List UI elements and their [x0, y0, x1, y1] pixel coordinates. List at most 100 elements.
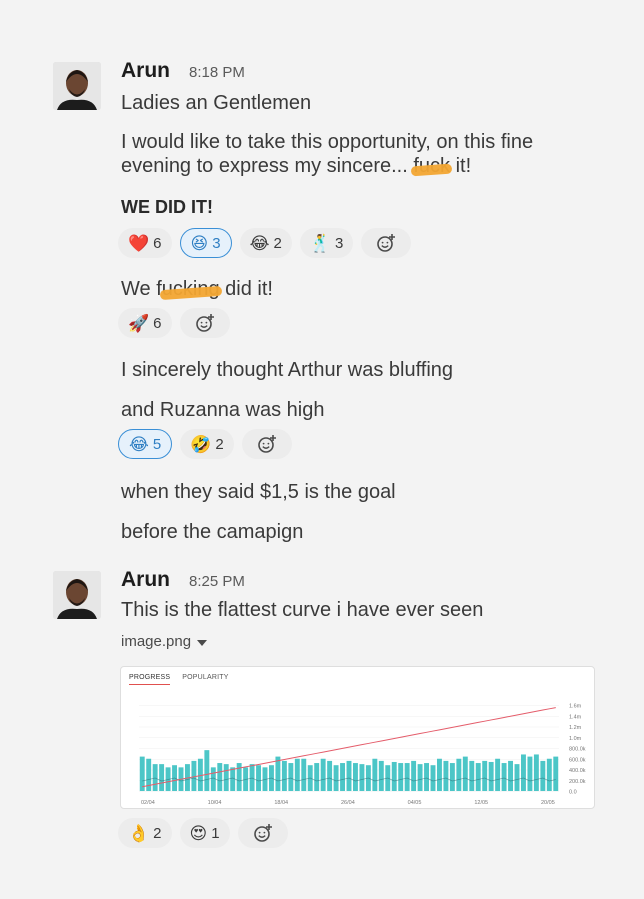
reaction-rofl[interactable]: 🤣 2: [180, 429, 234, 459]
reaction-dancer[interactable]: 🕺 3: [299, 228, 354, 258]
chart-bar: [353, 763, 358, 791]
chart-bar: [314, 763, 320, 791]
tab-popularity: POPULARITY: [182, 674, 229, 681]
chart-bar: [340, 763, 345, 791]
chart-bar: [443, 760, 449, 791]
chart-bar: [417, 764, 423, 791]
x-tick-label: 10/04: [208, 800, 222, 806]
chart-bar: [475, 763, 481, 791]
x-tick-label: 20/05: [541, 800, 555, 806]
chart-bar: [488, 761, 494, 791]
x-tick-label: 12/05: [474, 800, 488, 806]
chart-bar: [508, 760, 513, 791]
message-author[interactable]: Arun: [121, 568, 170, 592]
chart-bar: [236, 763, 242, 791]
message-timestamp[interactable]: 8:18 PM: [189, 64, 245, 81]
x-tick-label: 04/05: [408, 800, 422, 806]
chart-bar: [533, 754, 539, 791]
reaction-joy[interactable]: 😂 5: [118, 429, 173, 459]
image-attachment[interactable]: 1.6m 1.4m 1.2m 1.0m 800.0k 600.0k 400.0k 200.0k…: [120, 666, 595, 809]
chart-bar: [249, 764, 255, 791]
add-reaction-button[interactable]: [179, 308, 230, 338]
chart-bar: [378, 760, 384, 791]
chart-bar: [333, 765, 339, 791]
chart-bar: [462, 756, 468, 791]
censored-word: ucking: [161, 278, 220, 300]
chart: 1.6m 1.4m 1.2m 1.0m 800.0k 600.0k 400.0k 200.0k…: [139, 704, 586, 806]
x-tick-label: 18/04: [274, 800, 288, 806]
reaction-heart-eyes[interactable]: 😍 1: [179, 818, 230, 848]
message-line: We fucking did it!: [121, 278, 273, 301]
reaction-count: 1: [211, 824, 220, 842]
add-reaction-button[interactable]: [241, 429, 292, 459]
message-line: evening to express my sincere... fuck it…: [121, 155, 471, 178]
chart-bar: [449, 763, 455, 791]
message-author[interactable]: Arun: [121, 59, 170, 83]
chart-bar: [456, 758, 462, 791]
attachment-filename: image.png: [121, 633, 192, 650]
reaction-joy[interactable]: 😂 2: [239, 228, 292, 258]
rocket-emoji-icon: 🚀: [128, 313, 150, 333]
add-reaction-icon: [195, 314, 214, 332]
y-tick-label: 200.0k: [569, 779, 586, 785]
y-tick-label: 1.0m: [569, 736, 582, 742]
message-text: We f: [121, 278, 162, 300]
tab-progress: PROGRESS: [129, 674, 171, 685]
reaction-count: 2: [153, 824, 162, 842]
tears-of-joy-emoji-icon: 😂: [249, 233, 270, 253]
y-tick-label: 400.0k: [569, 768, 586, 774]
chart-bar: [359, 764, 365, 791]
reaction-count: 6: [153, 314, 162, 332]
chart-bar: [320, 758, 326, 791]
add-reaction-icon: [253, 824, 272, 842]
y-tick-label: 1.4m: [569, 714, 582, 720]
y-tick-label: 600.0k: [569, 757, 586, 763]
message-line: I would like to take this opportunity, o…: [121, 131, 534, 153]
chart-bar: [327, 760, 333, 791]
chart-bar: [546, 758, 552, 791]
chart-bar: [191, 760, 197, 791]
reaction-ok-hand[interactable]: 👌 2: [118, 818, 172, 848]
chart-bar: [514, 764, 520, 791]
reaction-bar: 👌 2 😍 1: [118, 818, 288, 848]
heart-eyes-emoji-icon: 😍: [189, 823, 208, 843]
avatar-image: [53, 62, 101, 110]
avatar[interactable]: [53, 571, 101, 619]
reaction-bar: 😂 5 🤣 2: [118, 429, 292, 459]
reaction-heart[interactable]: ❤️ 6: [118, 228, 172, 258]
message-timestamp[interactable]: 8:25 PM: [189, 573, 245, 590]
add-reaction-button[interactable]: [237, 818, 288, 848]
ok-hand-emoji-icon: 👌: [128, 823, 150, 843]
chart-bar: [482, 760, 488, 791]
chart-bar: [223, 764, 229, 791]
reaction-rocket[interactable]: 🚀 6: [118, 308, 172, 338]
chart-bar: [275, 756, 281, 791]
message-line: Ladies an Gentlemen: [121, 92, 312, 114]
heart-emoji-icon: ❤️: [128, 233, 150, 253]
chart-bar: [372, 758, 378, 791]
add-reaction-button[interactable]: [361, 228, 412, 258]
chart-bar: [281, 760, 287, 791]
caret-down-icon: [197, 639, 208, 646]
chart-bar: [256, 765, 261, 791]
chart-bar: [398, 763, 404, 791]
reaction-count: 5: [152, 435, 162, 453]
message-line: This is the flattest curve i have ever s…: [121, 599, 484, 621]
reaction-bar: ❤️ 6 😆 3 😂 2 🕺 3: [118, 228, 412, 258]
reaction-count: 2: [215, 435, 224, 453]
chart-bar: [527, 756, 533, 791]
chart-bar: [288, 763, 294, 791]
avatar[interactable]: [53, 62, 101, 110]
message-text: evening to express my sincere...: [121, 155, 414, 177]
message-line: before the camapign: [121, 521, 304, 543]
chart-bar: [469, 760, 475, 791]
chart-bar: [139, 756, 145, 791]
chart-bar: [430, 765, 436, 791]
reaction-laughing[interactable]: 😆 3: [179, 228, 232, 258]
attachment-toggle[interactable]: image.png: [121, 633, 208, 650]
dancer-emoji-icon: 🕺: [309, 233, 331, 253]
chart-bar: [204, 750, 210, 791]
message-text: it!: [450, 155, 472, 177]
y-tick-label: 800.0k: [569, 747, 586, 753]
reaction-count: 2: [273, 234, 282, 252]
